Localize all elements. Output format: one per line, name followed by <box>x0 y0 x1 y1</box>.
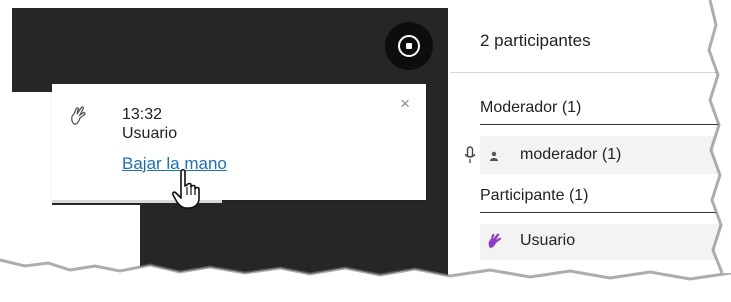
person-icon <box>490 151 498 161</box>
microphone-icon <box>464 146 476 163</box>
divider <box>480 212 731 213</box>
divider <box>480 124 731 125</box>
participant-name: Usuario <box>520 232 576 249</box>
moderator-name: moderador (1) <box>520 146 622 163</box>
app-screenshot: 13:32 Usuario Bajar la mano × 2 particip… <box>0 0 731 302</box>
notification-user: Usuario <box>122 125 178 142</box>
moderators-header: Moderador (1) <box>480 99 582 116</box>
raise-hand-icon <box>488 233 502 248</box>
participant-row[interactable] <box>480 224 731 260</box>
stage-bottom-area <box>12 205 140 282</box>
participants-header: Participante (1) <box>480 187 589 204</box>
divider <box>450 72 731 73</box>
raise-hand-icon <box>71 106 86 125</box>
notification-time: 13:32 <box>122 106 163 123</box>
stop-button[interactable] <box>385 22 433 70</box>
raise-hand-notification: 13:32 Usuario Bajar la mano × <box>52 84 426 200</box>
hand-cursor-icon <box>171 168 200 209</box>
stage-left-area <box>12 92 52 205</box>
stop-icon <box>398 35 420 57</box>
participant-count: 2 participantes <box>480 31 591 50</box>
participants-panel: 2 participantes Moderador (1) moderador … <box>450 0 731 302</box>
close-icon[interactable]: × <box>400 94 410 114</box>
